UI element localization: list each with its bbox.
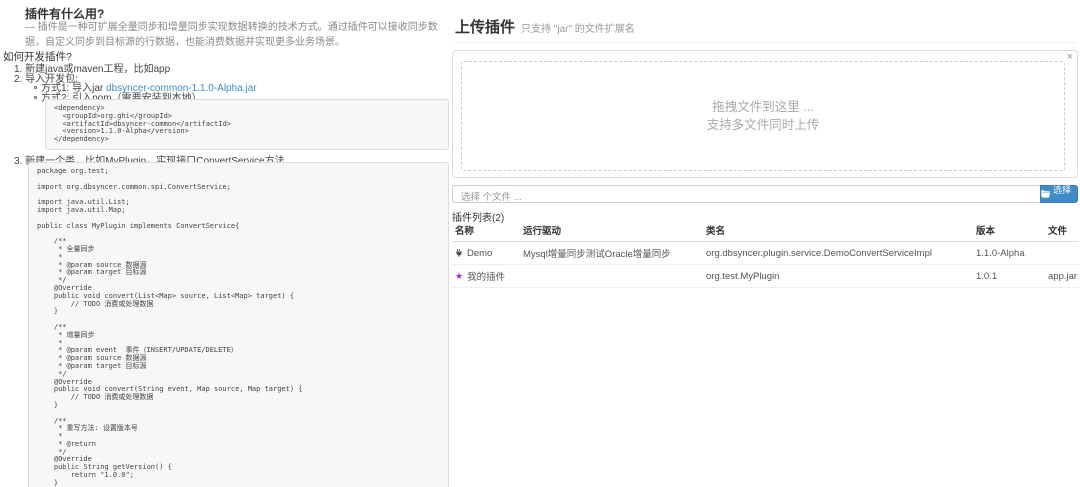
plugin-version: 1.0.1 xyxy=(973,265,1045,288)
col-header-driver: 运行驱动 xyxy=(520,219,703,242)
file-drop-zone[interactable]: 拖拽文件到这里 ... 支持多文件同时上传 xyxy=(461,61,1065,171)
plugin-name: 我的插件 xyxy=(467,269,505,283)
table-row[interactable]: Demo Mysql增量同步测试Oracle增量同步 org.dbsyncer.… xyxy=(452,242,1078,265)
bullet-icon xyxy=(34,96,37,99)
plugin-name: Demo xyxy=(467,248,492,259)
java-code-block: package org.test; import org.dbsyncer.co… xyxy=(28,162,449,487)
upload-section-title: 上传插件只支持 "jar" 的文件扩展名 xyxy=(455,16,635,37)
close-icon[interactable]: × xyxy=(1067,51,1073,63)
star-icon: ★ xyxy=(455,272,463,281)
folder-icon xyxy=(1041,190,1050,198)
title-divider xyxy=(455,42,1075,43)
col-header-class: 类名 xyxy=(703,219,973,242)
upload-preview-card: × 拖拽文件到这里 ... 支持多文件同时上传 xyxy=(452,50,1078,178)
browse-button[interactable]: 选择 ... xyxy=(1040,185,1078,203)
col-header-file: 文件 xyxy=(1045,219,1078,242)
browse-button-label: 选择 ... xyxy=(1053,183,1077,206)
col-header-version: 版本 xyxy=(973,219,1045,242)
table-header-row: 名称 运行驱动 类名 版本 文件 xyxy=(452,219,1078,242)
table-row[interactable]: ★ 我的插件 org.test.MyPlugin 1.0.1 app.jar xyxy=(452,265,1078,288)
drop-zone-line2: 支持多文件同时上传 xyxy=(707,116,820,134)
plugin-file xyxy=(1045,242,1078,265)
file-input-group: 选择 个文件 ... 选择 ... xyxy=(452,185,1078,203)
upload-title-text: 上传插件 xyxy=(455,19,515,36)
plugin-class: org.test.MyPlugin xyxy=(703,265,973,288)
col-header-name: 名称 xyxy=(452,219,520,242)
pom-code-block: <dependency> <groupId>org.ghi</groupId> … xyxy=(45,99,449,150)
plugin-file: app.jar xyxy=(1045,265,1078,288)
upload-subtitle: 只支持 "jar" 的文件扩展名 xyxy=(521,24,635,35)
plugin-driver: Mysql增量同步测试Oracle增量同步 xyxy=(520,242,703,265)
plug-icon xyxy=(455,249,463,257)
plugin-version: 1.1.0-Alpha xyxy=(973,242,1045,265)
intro-text: — 插件是一种可扩展全量同步和增量同步实现数据转换的技术方式。通过插件可以接收同… xyxy=(25,21,448,50)
plugin-class: org.dbsyncer.plugin.service.DemoConvertS… xyxy=(703,242,973,265)
intro-title: 插件有什么用? xyxy=(25,5,104,22)
file-caption-input[interactable]: 选择 个文件 ... xyxy=(452,185,1040,203)
plugin-driver xyxy=(520,265,703,288)
plugin-table: 名称 运行驱动 类名 版本 文件 Demo Mysql增量同步测试Oracle增… xyxy=(452,219,1078,288)
drop-zone-line1: 拖拽文件到这里 ... xyxy=(712,98,813,116)
plugin-page: 插件有什么用? — 插件是一种可扩展全量同步和增量同步实现数据转换的技术方式。通… xyxy=(0,0,1080,487)
